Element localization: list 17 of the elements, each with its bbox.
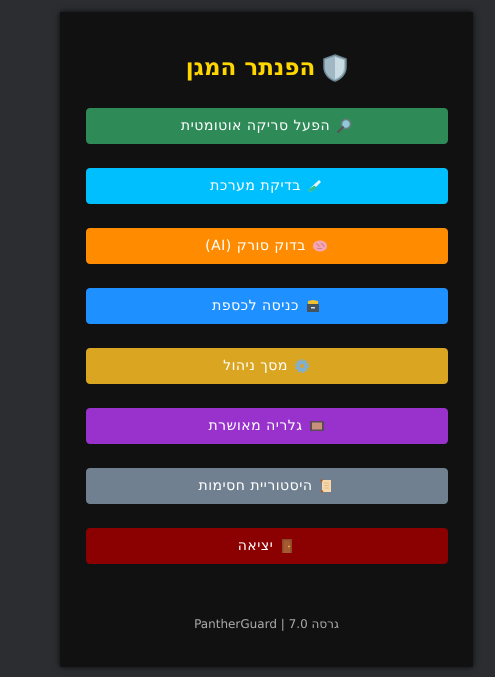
menu-button[interactable]: היסטוריית חסימות xyxy=(86,468,448,504)
menu-button[interactable]: בדיקת מערכת xyxy=(86,168,448,204)
menu-button[interactable]: יציאה xyxy=(86,528,448,564)
app-title: הפנתר המגן xyxy=(186,54,316,83)
shield-icon xyxy=(323,54,348,82)
version-footer: גרסה 7.0 | PantherGuard xyxy=(194,617,339,631)
menu-button[interactable]: כניסה לכספת xyxy=(86,288,448,324)
menu-button[interactable]: מסך ניהול xyxy=(86,348,448,384)
magnifier-icon xyxy=(336,118,352,134)
film-strip-icon xyxy=(308,418,325,434)
menu-button[interactable]: בדוק סורק (AI) xyxy=(86,228,448,264)
menu-button[interactable]: הפעל סריקה אוטומטית xyxy=(86,108,448,144)
gear-icon xyxy=(294,358,310,374)
test-tube-icon xyxy=(306,178,323,194)
file-cabinet-icon xyxy=(304,298,321,314)
menu-button[interactable]: גלריה מאושרת xyxy=(86,408,448,444)
brain-icon xyxy=(312,238,328,254)
